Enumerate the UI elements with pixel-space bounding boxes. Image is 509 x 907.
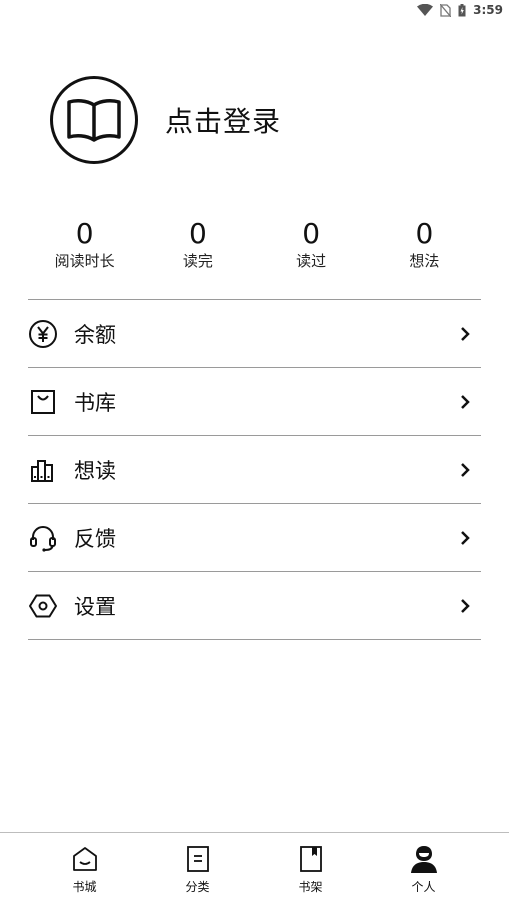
avatar[interactable] <box>50 76 138 164</box>
no-sim-icon <box>440 3 452 17</box>
stat-label: 阅读时长 <box>54 252 115 270</box>
chevron-right-icon <box>461 598 470 613</box>
menu-item-settings[interactable]: 设置 <box>28 572 481 640</box>
person-icon <box>409 844 439 874</box>
menu-item-label: 想读 <box>74 458 116 483</box>
battery-icon <box>458 3 466 16</box>
nav-label: 书城 <box>72 880 97 894</box>
reading-stats: 0 阅读时长 0 读完 0 读过 0 想法 <box>28 218 481 271</box>
menu-item-want-to-read[interactable]: 想读 <box>28 436 481 504</box>
chevron-right-icon <box>461 394 470 409</box>
bag-icon <box>28 387 58 417</box>
stat-label: 读完 <box>182 252 213 270</box>
nav-label: 个人 <box>411 880 436 894</box>
menu-item-feedback[interactable]: 反馈 <box>28 504 481 572</box>
bookmark-book-icon <box>296 844 326 874</box>
nav-item-store[interactable]: 书城 <box>28 833 141 907</box>
status-icons: 3:59 <box>417 3 503 17</box>
menu-item-balance[interactable]: 余额 <box>28 300 481 368</box>
menu-item-label: 书库 <box>74 390 116 415</box>
bottom-nav: 书城 分类 书架 个人 <box>0 832 509 907</box>
stat-value: 0 <box>415 217 434 250</box>
login-label[interactable]: 点击登录 <box>165 100 281 140</box>
chevron-right-icon <box>461 326 470 341</box>
menu-item-label: 设置 <box>74 594 116 619</box>
stat-value: 0 <box>75 217 94 250</box>
nav-label: 分类 <box>185 880 210 894</box>
wifi-icon <box>417 4 434 16</box>
open-book-icon <box>67 99 121 142</box>
store-icon <box>70 844 100 874</box>
stat-label: 读过 <box>296 252 327 270</box>
chevron-right-icon <box>461 462 470 477</box>
category-icon <box>183 844 213 874</box>
chevron-right-icon <box>461 530 470 545</box>
stat-reading-time[interactable]: 0 阅读时长 <box>28 218 141 271</box>
stat-label: 想法 <box>409 252 440 270</box>
stat-value: 0 <box>188 217 207 250</box>
status-time: 3:59 <box>473 3 503 17</box>
yen-coin-icon <box>28 319 58 349</box>
stat-read[interactable]: 0 读过 <box>255 218 368 271</box>
hexagon-settings-icon <box>28 591 58 621</box>
profile-menu: 余额 书库 想读 反馈 设置 <box>28 299 481 640</box>
headset-icon <box>28 523 58 553</box>
stat-ideas[interactable]: 0 想法 <box>368 218 481 271</box>
menu-item-library[interactable]: 书库 <box>28 368 481 436</box>
status-bar: 3:59 <box>0 0 509 22</box>
nav-item-bookshelf[interactable]: 书架 <box>254 833 367 907</box>
login-area[interactable]: 点击登录 <box>50 76 281 164</box>
menu-item-label: 反馈 <box>74 526 116 551</box>
stat-finished[interactable]: 0 读完 <box>141 218 254 271</box>
stat-value: 0 <box>302 217 321 250</box>
bookshelf-icon <box>28 455 58 485</box>
nav-label: 书架 <box>298 880 323 894</box>
nav-item-profile[interactable]: 个人 <box>367 833 480 907</box>
nav-item-category[interactable]: 分类 <box>141 833 254 907</box>
menu-item-label: 余额 <box>74 322 116 347</box>
